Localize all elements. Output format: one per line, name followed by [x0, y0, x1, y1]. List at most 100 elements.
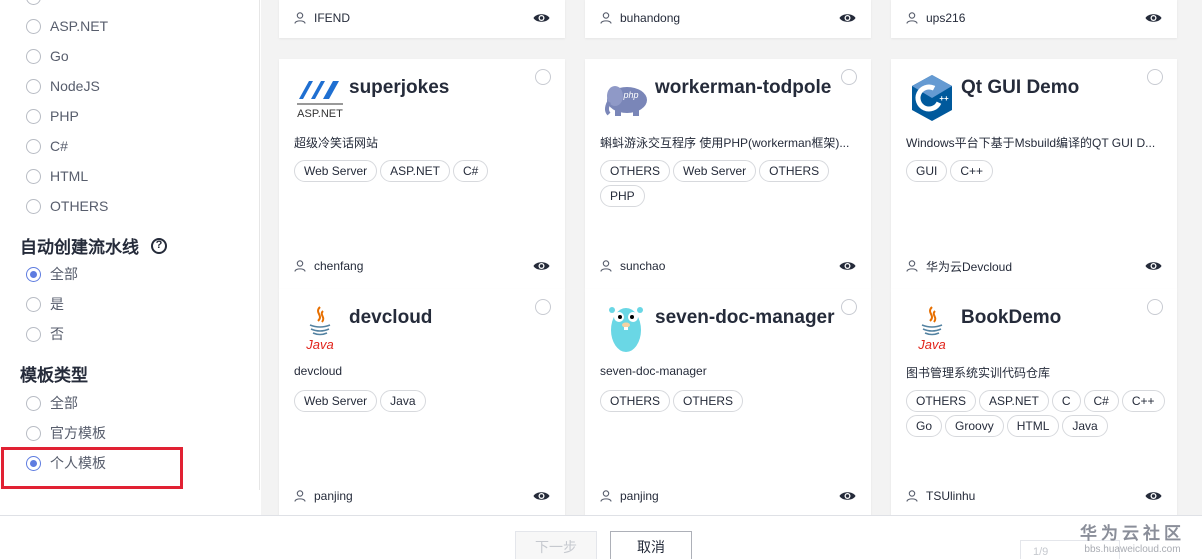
svg-text:Java: Java	[305, 337, 333, 352]
radio-button[interactable]	[26, 108, 41, 124]
eye-icon[interactable]	[1145, 260, 1162, 272]
radio-button[interactable]	[26, 425, 41, 441]
svg-text:php: php	[622, 90, 638, 100]
radio-label: 官方模板	[50, 425, 106, 441]
radio-button[interactable]	[26, 326, 41, 342]
card-title: devcloud	[349, 307, 433, 328]
card-tags: GUI C++	[906, 160, 1168, 182]
card-select-radio[interactable]	[841, 299, 857, 315]
card-author: 华为云Devcloud	[906, 258, 1012, 275]
card-footer: panjing	[600, 488, 856, 504]
template-card[interactable]: ASP.NET superjokes 超级冷笑话网站 Web Server ASP.NE…	[279, 59, 565, 289]
radio-partially-visible[interactable]	[26, 0, 41, 5]
language-option[interactable]: PHP	[26, 105, 79, 127]
svg-text:++: ++	[939, 94, 949, 103]
tag-chip: PHP	[600, 185, 645, 207]
template-card[interactable]: Java devcloud devcloud Web Server Java panjin…	[279, 289, 565, 519]
template-type-option[interactable]: 全部	[26, 392, 78, 414]
eye-icon[interactable]	[1145, 12, 1162, 24]
eye-icon[interactable]	[839, 260, 856, 272]
language-option[interactable]: ASP.NET	[26, 15, 108, 37]
template-title-text: 模板类型	[20, 366, 88, 385]
template-type-title: 模板类型	[20, 361, 88, 386]
card-select-radio[interactable]	[535, 299, 551, 315]
eye-icon[interactable]	[533, 260, 550, 272]
radio-label: NodeJS	[50, 78, 100, 94]
cplusplus-logo: ++	[907, 73, 957, 123]
card-author: chenfang	[294, 259, 363, 273]
tag-chip: Go	[906, 415, 943, 437]
template-card[interactable]: ups216	[891, 0, 1177, 38]
radio-button[interactable]	[26, 266, 41, 282]
language-option[interactable]: C#	[26, 135, 68, 157]
pipeline-title-text: 自动创建流水线	[20, 238, 139, 257]
user-icon	[906, 260, 918, 272]
tag-chip: ASP.NET	[380, 160, 450, 182]
template-type-option[interactable]: 官方模板	[26, 422, 106, 444]
user-icon	[600, 260, 612, 272]
java-logo: Java	[295, 303, 345, 353]
radio-label: 否	[50, 326, 64, 342]
eye-icon[interactable]	[533, 490, 550, 502]
tag-chip: Web Server	[294, 390, 378, 412]
template-card[interactable]: Java BookDemo 图书管理系统实训代码仓库 OTHERS ASP.NET C C#…	[891, 289, 1177, 519]
php-elephant-logo: php	[601, 73, 651, 123]
radio-button[interactable]	[26, 18, 41, 34]
card-title: superjokes	[349, 77, 450, 98]
card-footer: chenfang	[294, 258, 550, 274]
card-select-radio[interactable]	[841, 69, 857, 85]
card-tags: OTHERS OTHERS	[600, 390, 862, 412]
language-option[interactable]: NodeJS	[26, 75, 100, 97]
template-card[interactable]: IFEND	[279, 0, 565, 38]
radio-button[interactable]	[26, 48, 41, 64]
pipeline-option[interactable]: 是	[26, 293, 64, 315]
tag-chip: OTHERS	[600, 390, 671, 412]
language-option[interactable]: HTML	[26, 165, 88, 187]
template-card[interactable]: buhandong	[585, 0, 871, 38]
aspnet-logo: ASP.NET	[295, 73, 345, 123]
radio-label: OTHERS	[50, 198, 109, 214]
eye-icon[interactable]	[839, 12, 856, 24]
radio-button[interactable]	[26, 296, 41, 312]
template-card[interactable]: seven-doc-manager seven-doc-manager OTHERS…	[585, 289, 871, 519]
language-option[interactable]: Go	[26, 45, 69, 67]
radio-button[interactable]	[26, 138, 41, 154]
eye-icon[interactable]	[533, 12, 550, 24]
radio-button[interactable]	[26, 198, 41, 214]
card-select-radio[interactable]	[1147, 69, 1163, 85]
filter-sidebar: ASP.NET Go NodeJS PHP C# HTML OTHERS 自动创建流水线 ?…	[0, 0, 260, 490]
user-icon	[600, 12, 612, 24]
tag-chip: Java	[1062, 415, 1108, 437]
card-description: 超级冷笑话网站	[294, 136, 379, 150]
card-tags: OTHERS ASP.NET C C# C++ Go Groovy HTML Java	[906, 390, 1168, 437]
template-card[interactable]: ++ Qt GUI Demo Windows平台下基于Msbuild编译的QT GU…	[891, 59, 1177, 289]
author-name: panjing	[314, 489, 353, 503]
eye-icon[interactable]	[839, 490, 856, 502]
eye-icon[interactable]	[1145, 490, 1162, 502]
card-select-radio[interactable]	[1147, 299, 1163, 315]
svg-text:ASP.NET: ASP.NET	[297, 108, 343, 120]
radio-button[interactable]	[26, 168, 41, 184]
tag-chip: Web Server	[294, 160, 378, 182]
radio-label: ASP.NET	[50, 18, 109, 34]
next-step-button[interactable]: 下一步	[515, 531, 597, 559]
language-option[interactable]: OTHERS	[26, 195, 108, 217]
svg-text:Java: Java	[917, 337, 945, 352]
help-icon[interactable]: ?	[151, 237, 167, 254]
card-title: seven-doc-manager	[655, 307, 835, 328]
cancel-button[interactable]: 取消	[610, 531, 692, 559]
pipeline-option[interactable]: 全部	[26, 263, 78, 285]
author-name: chenfang	[314, 259, 364, 273]
author-name: panjing	[620, 489, 659, 503]
user-icon	[906, 12, 918, 24]
pipeline-option[interactable]: 否	[26, 323, 64, 345]
card-footer: TSUlinhu	[906, 488, 1162, 504]
card-title: workerman-todpole	[655, 77, 832, 98]
card-select-radio[interactable]	[535, 69, 551, 85]
tag-chip: C++	[1121, 390, 1165, 412]
radio-button[interactable]	[26, 395, 41, 411]
card-description: devcloud	[294, 364, 343, 378]
template-card[interactable]: php workerman-todpole 蝌蚪游泳交互程序 使用PHP(worke…	[585, 59, 871, 289]
radio-button[interactable]	[26, 78, 41, 94]
card-description: 图书管理系统实训代码仓库	[906, 366, 1051, 380]
